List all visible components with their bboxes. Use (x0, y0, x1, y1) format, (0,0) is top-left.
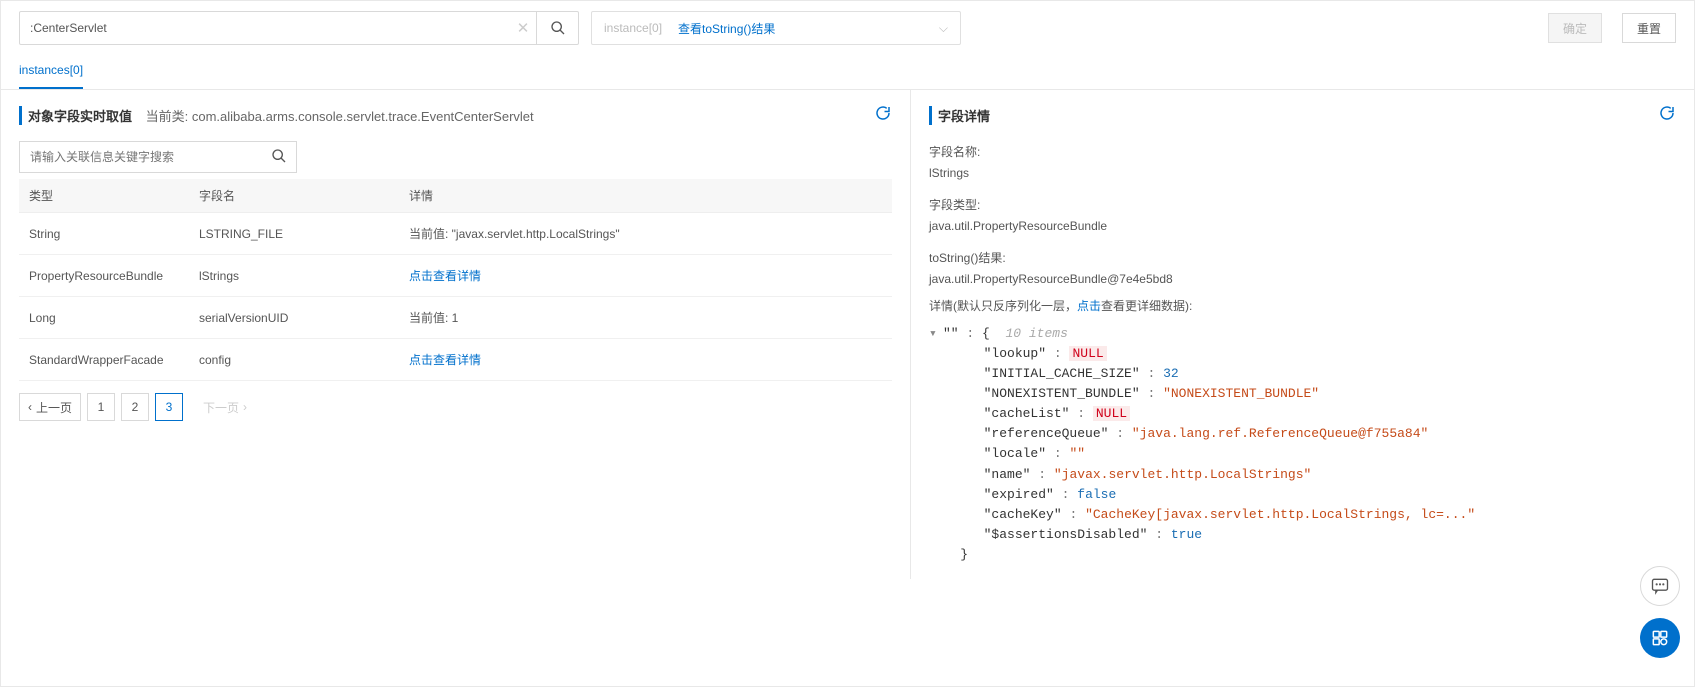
field-search-input[interactable] (20, 150, 262, 164)
detail-link[interactable]: 点击查看详情 (409, 269, 481, 283)
page-2[interactable]: 2 (121, 393, 149, 421)
prev-page[interactable]: ‹上一页 (19, 393, 81, 421)
caret-down-icon[interactable]: ▾ (929, 324, 943, 344)
instance-selector[interactable]: instance[0] 查看toString()结果 ⌵ (591, 11, 961, 45)
table-row: StringLSTRING_FILE当前值: "javax.servlet.ht… (19, 213, 892, 255)
page-1[interactable]: 1 (87, 393, 115, 421)
left-title-text: 对象字段实时取值 (28, 109, 132, 124)
instance-tostring-link[interactable]: 查看toString()结果 (678, 20, 775, 37)
chat-icon (1650, 576, 1670, 596)
json-row: "referenceQueue" : "java.lang.ref.Refere… (929, 424, 1676, 444)
field-name-value: lStrings (929, 166, 1676, 180)
col-detail: 详情 (399, 179, 892, 213)
field-type-label: 字段类型: (929, 196, 1676, 213)
refresh-icon (874, 104, 892, 122)
json-row: "cacheList" : NULL (929, 404, 1676, 424)
field-name-label: 字段名称: (929, 143, 1676, 160)
cell-detail[interactable]: 点击查看详情 (399, 339, 892, 381)
json-row: "name" : "javax.servlet.http.LocalString… (929, 465, 1676, 485)
table-row: PropertyResourceBundlelStrings 点击查看详情 (19, 255, 892, 297)
refresh-icon (1658, 104, 1676, 122)
detail-link[interactable]: 点击查看详情 (409, 353, 481, 367)
left-title: 对象字段实时取值 当前类: com.alibaba.arms.console.s… (19, 106, 534, 125)
search-icon (271, 148, 287, 164)
tostring-label: toString()结果: (929, 249, 1676, 266)
cell-detail: 当前值: 1 (399, 297, 892, 339)
detail-header: 详情(默认只反序列化一层，点击查看更详细数据): (929, 296, 1676, 318)
tab-instances0[interactable]: instances[0] (19, 55, 83, 89)
class-search-group: ✕ (19, 11, 579, 45)
apps-icon (1650, 628, 1670, 648)
tostring-value: java.util.PropertyResourceBundle@7e4e5bd… (929, 272, 1676, 286)
pager: ‹上一页 123 下一页› (19, 393, 892, 421)
cell-type: StandardWrapperFacade (19, 339, 189, 381)
field-type-value: java.util.PropertyResourceBundle (929, 219, 1676, 233)
cell-field: serialVersionUID (189, 297, 399, 339)
json-row: "$assertionsDisabled" : true (929, 525, 1676, 545)
cell-type: PropertyResourceBundle (19, 255, 189, 297)
table-row: LongserialVersionUID当前值: 1 (19, 297, 892, 339)
instance-label: instance[0] (604, 21, 662, 35)
col-type: 类型 (19, 179, 189, 213)
apps-fab[interactable] (1640, 618, 1680, 658)
cell-field: lStrings (189, 255, 399, 297)
fields-table: 类型 字段名 详情 StringLSTRING_FILE当前值: "javax.… (19, 179, 892, 381)
table-row: StandardWrapperFacadeconfig 点击查看详情 (19, 339, 892, 381)
clear-icon[interactable]: ✕ (510, 19, 536, 37)
current-class: 当前类: com.alibaba.arms.console.servlet.tr… (146, 109, 534, 124)
field-search-button[interactable] (262, 148, 296, 167)
chevron-down-icon: ⌵ (939, 21, 948, 36)
json-tree: ▾"" : { 10 items "lookup" : NULL "INITIA… (929, 324, 1676, 566)
reset-button[interactable]: 重置 (1622, 13, 1676, 43)
json-row: "lookup" : NULL (929, 344, 1676, 364)
refresh-left-button[interactable] (874, 104, 892, 127)
class-search-input[interactable] (20, 21, 510, 35)
cell-detail[interactable]: 点击查看详情 (399, 255, 892, 297)
page-3[interactable]: 3 (155, 393, 183, 421)
field-search-group (19, 141, 297, 173)
refresh-right-button[interactable] (1658, 104, 1676, 127)
json-row: "locale" : "" (929, 444, 1676, 464)
cell-field: config (189, 339, 399, 381)
json-row: "NONEXISTENT_BUNDLE" : "NONEXISTENT_BUND… (929, 384, 1676, 404)
col-field: 字段名 (189, 179, 399, 213)
cell-type: String (19, 213, 189, 255)
next-page: 下一页› (195, 393, 255, 421)
expand-detail-link[interactable]: 点击 (1077, 299, 1101, 313)
json-row: "INITIAL_CACHE_SIZE" : 32 (929, 364, 1676, 384)
json-row: "cacheKey" : "CacheKey[javax.servlet.htt… (929, 505, 1676, 525)
json-row: "expired" : false (929, 485, 1676, 505)
right-title: 字段详情 (929, 106, 990, 125)
confirm-button[interactable]: 确定 (1548, 13, 1602, 43)
cell-type: Long (19, 297, 189, 339)
chat-fab[interactable] (1640, 566, 1680, 606)
search-button[interactable] (536, 12, 578, 44)
search-icon (550, 20, 566, 36)
cell-field: LSTRING_FILE (189, 213, 399, 255)
cell-detail: 当前值: "javax.servlet.http.LocalStrings" (399, 213, 892, 255)
